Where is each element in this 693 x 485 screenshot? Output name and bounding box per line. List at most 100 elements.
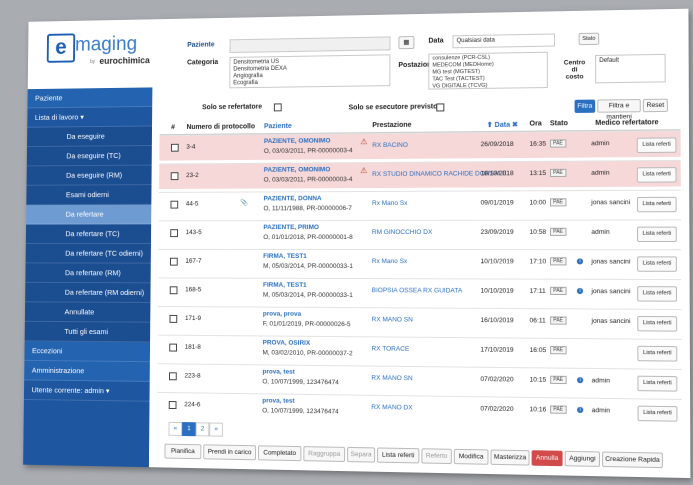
sidebar-item-da-refertare-rm[interactable]: Da refertare (RM)	[25, 263, 151, 284]
annulla-button[interactable]: Annulla	[531, 450, 563, 467]
creazione-rapida-button[interactable]: Creazione Rapida	[602, 451, 663, 469]
col-stato[interactable]: Stato	[550, 120, 568, 127]
lista-referti-row-button[interactable]: Lista referti	[637, 315, 678, 332]
page-2[interactable]: 2	[195, 422, 210, 437]
page-next[interactable]: »	[209, 422, 223, 437]
col-ora[interactable]: Ora	[529, 120, 541, 127]
row-paziente-name[interactable]: PAZIENTE, DONNA	[264, 195, 322, 202]
table-row[interactable]: 224-6 prova, test O, 10/07/1999, 123476474…	[157, 391, 682, 426]
completato-button[interactable]: Completato	[257, 445, 302, 462]
lista-referti-row-button[interactable]: Lista referti	[636, 137, 677, 154]
row-checkbox[interactable]	[170, 172, 179, 181]
row-checkbox[interactable]	[170, 143, 179, 152]
lista-referti-row-button[interactable]: Lista referti	[636, 167, 677, 183]
paziente-input[interactable]	[229, 36, 391, 54]
filtra-mantieni-button[interactable]: Filtra e mantieni	[597, 98, 641, 121]
sidebar-item-da-eseguire[interactable]: Da eseguire	[27, 126, 153, 148]
separa-button[interactable]: Separa	[347, 446, 376, 463]
table-row[interactable]: 3-4 PAZIENTE, OMONIMO O, 03/03/2011, PR-00…	[159, 130, 681, 161]
status-badge: PAE	[550, 375, 567, 385]
sidebar-item-paziente[interactable]: Paziente	[27, 87, 153, 109]
table-row[interactable]: 143-5 PAZIENTE, PRIMO O, 01/01/2018, PR-00…	[158, 219, 682, 247]
row-paziente-details: O, 10/07/1999, 123476474	[262, 378, 339, 387]
solo-esecutore-checkbox[interactable]	[436, 103, 445, 112]
lista-referti-row-button[interactable]: Lista referti	[637, 256, 677, 272]
col-prestazione[interactable]: Prestazione	[372, 122, 411, 129]
row-checkbox[interactable]	[169, 343, 178, 352]
info-icon[interactable]: i	[577, 377, 584, 384]
row-checkbox[interactable]	[168, 372, 177, 381]
row-checkbox[interactable]	[168, 401, 177, 410]
page-prev[interactable]: «	[168, 421, 183, 436]
modifica-button[interactable]: Modifica	[453, 448, 489, 465]
lista-referti-row-button[interactable]: Lista referti	[637, 286, 678, 302]
categoria-select[interactable]: Densitometria US Densitometria DEXA Angi…	[229, 54, 391, 89]
sidebar-item-da-refertare-tc-odierni[interactable]: Da refertare (TC odierni)	[25, 243, 151, 264]
sidebar-item-esami-odierni[interactable]: Esami odierni	[26, 185, 152, 206]
calendar-button[interactable]: ▦	[398, 35, 415, 50]
table-row[interactable]: 171-9 prova, prova F, 01/01/2019, PR-00000…	[157, 305, 682, 336]
row-paziente-name[interactable]: PROVA, OSIRIX	[263, 339, 311, 346]
table-row[interactable]: 181-8 PROVA, OSIRIX M, 03/02/2010, PR-0000…	[157, 334, 682, 366]
row-paziente-name[interactable]: PAZIENTE, OMONIMO	[264, 138, 331, 146]
row-checkbox[interactable]	[169, 257, 178, 266]
sidebar-item-annullate[interactable]: Annullate	[24, 302, 151, 323]
raggruppa-button[interactable]: Raggruppa	[303, 446, 346, 463]
lista-referti-row-button[interactable]: Lista referti	[636, 196, 677, 213]
postazione-select[interactable]: consulenze (PCR-CSL) MEDECOM (MEDHome) M…	[428, 51, 548, 91]
row-paziente-name[interactable]: prova, test	[262, 368, 294, 375]
row-paziente-name[interactable]: prova, prova	[263, 311, 301, 318]
row-paziente-name[interactable]: PAZIENTE, OMONIMO	[264, 166, 331, 173]
postazione-option[interactable]: VG DIGITALE (TCVG)	[432, 83, 487, 91]
lista-referti-row-button[interactable]: Lista referti	[637, 345, 678, 362]
sidebar-item-da-eseguire-rm[interactable]: Da eseguire (RM)	[26, 165, 152, 186]
stato-button[interactable]: Stato	[578, 32, 600, 46]
reset-button[interactable]: Reset	[642, 98, 668, 113]
lista-referti-button[interactable]: Lista referti	[377, 447, 420, 464]
table-row[interactable]: 44-5 📎 PAZIENTE, DONNA O, 11/11/1988, PR-00…	[158, 189, 681, 218]
sidebar-item-da-refertare[interactable]: Da refertare	[26, 204, 152, 225]
col-protocollo[interactable]: Numero di protocollo	[187, 123, 256, 131]
sidebar-item-utente[interactable]: Utente corrente: admin ▾	[23, 380, 150, 402]
info-icon[interactable]: i	[577, 406, 584, 414]
attachment-icon[interactable]: 📎	[240, 198, 248, 206]
sidebar-item-da-eseguire-tc[interactable]: Da eseguire (TC)	[26, 145, 152, 167]
col-medico[interactable]: Medico refertatore	[595, 119, 658, 127]
centro-select[interactable]: Default	[595, 53, 666, 84]
sidebar-item-tutti-esami[interactable]: Tutti gli esami	[24, 321, 151, 343]
info-icon[interactable]: i	[576, 258, 584, 265]
masterizza-button[interactable]: Masterizza	[490, 449, 530, 466]
data-select[interactable]: Qualsiasi data	[452, 33, 555, 49]
table-row[interactable]: 223-8 prova, test O, 10/07/1999, 123476474…	[157, 363, 682, 396]
solo-refertatore-checkbox[interactable]	[273, 103, 282, 112]
row-paziente-name[interactable]: FIRMA, TEST1	[263, 253, 307, 260]
table-row[interactable]: 167-7 FIRMA, TEST1 M, 05/03/2014, PR-00000…	[158, 248, 682, 276]
row-paziente-name[interactable]: PAZIENTE, PRIMO	[263, 224, 319, 231]
referto-button[interactable]: Referto	[421, 448, 452, 465]
lista-referti-row-button[interactable]: Lista referti	[637, 405, 678, 422]
row-checkbox[interactable]	[170, 229, 178, 238]
sidebar-item-lista-lavoro[interactable]: Lista di lavoro ▾	[27, 106, 153, 128]
page-1[interactable]: 1	[182, 422, 196, 437]
table-row[interactable]: 23-2 PAZIENTE, OMONIMO O, 03/03/2011, PR-0…	[159, 159, 681, 189]
lista-referti-row-button[interactable]: Lista referti	[636, 226, 677, 242]
row-checkbox[interactable]	[169, 286, 178, 295]
col-paziente[interactable]: Paziente	[264, 123, 292, 130]
lista-referti-row-button[interactable]: Lista referti	[637, 375, 678, 392]
sidebar-item-amministrazione[interactable]: Amministrazione	[24, 360, 150, 382]
row-checkbox[interactable]	[169, 314, 178, 323]
sidebar-item-eccezioni[interactable]: Eccezioni	[24, 341, 151, 363]
pianifica-button[interactable]: Pianifica	[164, 443, 202, 460]
row-paziente-name[interactable]: FIRMA, TEST1	[263, 282, 307, 289]
prendi-in-carico-button[interactable]: Prendi in carico	[203, 444, 257, 461]
info-icon[interactable]: i	[576, 287, 584, 295]
sidebar-item-da-refertare-rm-odierni[interactable]: Da refertare (RM odierni)	[25, 282, 151, 303]
table-row[interactable]: 168-5 FIRMA, TEST1 M, 05/03/2014, PR-00000…	[158, 277, 682, 306]
row-paziente-name[interactable]: prova, test	[262, 397, 294, 404]
col-data[interactable]: ⬆ Data ✖	[487, 121, 518, 129]
row-checkbox[interactable]	[170, 200, 179, 209]
sidebar-item-da-refertare-tc[interactable]: Da refertare (TC)	[25, 224, 152, 244]
filtra-button[interactable]: Filtra	[574, 99, 596, 113]
categoria-option[interactable]: Ecografia	[233, 80, 258, 87]
aggiungi-button[interactable]: Aggiungi	[564, 450, 601, 467]
